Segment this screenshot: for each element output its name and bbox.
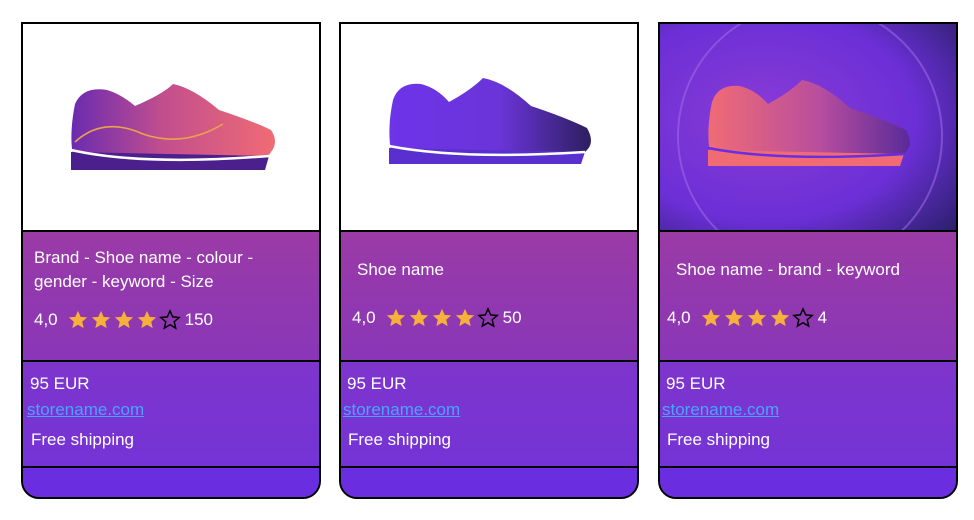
review-count: 4 — [817, 308, 828, 327]
star-filled-icon — [409, 308, 428, 327]
offer-section: 95 EUR storename.com Free shipping — [341, 362, 637, 468]
sneaker-icon — [70, 84, 276, 173]
star-filled-icon — [747, 308, 766, 327]
card-footer — [660, 468, 956, 497]
product-card[interactable]: Shoe name 4,0 50 95 EUR storename.com Fr… — [339, 22, 639, 499]
review-count: 50 — [502, 308, 522, 327]
store-link[interactable]: storename.com — [662, 400, 779, 420]
product-image[interactable] — [341, 24, 637, 232]
card-footer — [23, 468, 319, 497]
product-info: Brand - Shoe name - colour - gender - ke… — [23, 232, 319, 362]
store-link[interactable]: storename.com — [27, 400, 144, 420]
product-card[interactable]: Brand - Shoe name - colour - gender - ke… — [21, 22, 321, 499]
rating-row: 4,0 4 — [667, 306, 827, 330]
star-filled-icon — [114, 310, 133, 329]
sneaker-icon — [388, 78, 591, 167]
rating-value: 4,0 — [352, 308, 376, 327]
rating-value: 4,0 — [667, 308, 691, 327]
card-footer — [341, 468, 637, 497]
offer-section: 95 EUR storename.com Free shipping — [660, 362, 956, 468]
shipping-info: Free shipping — [348, 430, 452, 449]
star-filled-icon — [68, 310, 87, 329]
store-link[interactable]: storename.com — [343, 400, 460, 420]
price: 95 EUR — [666, 374, 726, 393]
product-card[interactable]: Shoe name - brand - keyword 4,0 4 95 EUR… — [658, 22, 958, 499]
offer-section: 95 EUR storename.com Free shipping — [23, 362, 319, 468]
rating-row: 4,0 150 — [34, 308, 213, 332]
star-empty-icon — [791, 307, 814, 328]
star-empty-icon — [158, 309, 181, 330]
star-filled-icon — [432, 308, 451, 327]
rating-value: 4,0 — [34, 310, 58, 329]
shipping-info: Free shipping — [31, 430, 135, 449]
review-count: 150 — [184, 310, 214, 329]
product-info: Shoe name 4,0 50 — [341, 232, 637, 362]
shipping-info: Free shipping — [667, 430, 771, 449]
price: 95 EUR — [347, 374, 407, 393]
star-filled-icon — [137, 310, 156, 329]
product-title[interactable]: Brand - Shoe name - colour - gender - ke… — [34, 246, 309, 294]
star-filled-icon — [701, 308, 720, 327]
product-info: Shoe name - brand - keyword 4,0 4 — [660, 232, 956, 362]
star-filled-icon — [724, 308, 743, 327]
product-title[interactable]: Shoe name - brand - keyword — [676, 258, 946, 282]
star-filled-icon — [455, 308, 474, 327]
product-image[interactable] — [23, 24, 319, 232]
star-empty-icon — [476, 307, 499, 328]
star-filled-icon — [386, 308, 405, 327]
price: 95 EUR — [30, 374, 90, 393]
sneaker-icon — [660, 24, 956, 230]
product-title[interactable]: Shoe name — [357, 258, 627, 282]
star-filled-icon — [770, 308, 789, 327]
star-filled-icon — [91, 310, 110, 329]
rating-row: 4,0 50 — [352, 306, 522, 330]
product-image[interactable] — [660, 24, 956, 232]
